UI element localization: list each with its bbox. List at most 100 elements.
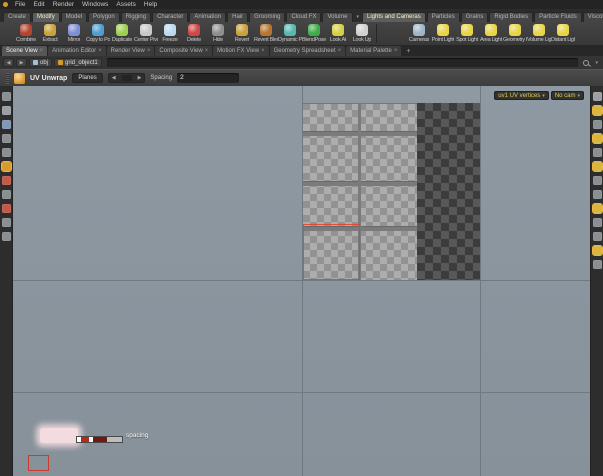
shelf-tab[interactable]: Rigging <box>121 12 151 22</box>
forward-button[interactable]: ▶ <box>16 58 27 67</box>
pane-tab[interactable]: Geometry Spreadsheet × <box>270 46 346 56</box>
shelf-tab[interactable]: Lights and Cameras <box>362 12 426 22</box>
menu-item[interactable]: Assets <box>112 0 140 9</box>
close-icon[interactable]: × <box>261 48 265 54</box>
uv-scene-viewport[interactable]: uv1 UV vertices ▾ No cam ▾ spacing <box>13 86 590 476</box>
menu-item[interactable]: File <box>11 0 29 9</box>
tool-combine[interactable]: Combine <box>14 22 38 43</box>
shelf-tab[interactable]: Create <box>3 12 31 22</box>
tool-area-light[interactable]: Area Light <box>479 22 503 43</box>
shelf-tab[interactable]: Rigid Bodies <box>489 12 533 22</box>
paint-tool-icon[interactable] <box>2 190 11 199</box>
uv-layout[interactable] <box>303 103 480 280</box>
grid-toggle-icon[interactable] <box>593 162 602 171</box>
shelf-menu-caret-icon[interactable]: ▾ <box>354 14 363 22</box>
planes-dropdown[interactable]: Planes <box>72 73 102 83</box>
uv-attribute-badge[interactable]: uv1 UV vertices ▾ <box>494 91 549 100</box>
view-tool-icon[interactable] <box>2 92 11 101</box>
close-icon[interactable]: × <box>40 48 44 54</box>
tool-geometry-light[interactable]: Geometry Li <box>503 22 527 43</box>
stepper-left-icon[interactable]: ◀ <box>112 75 116 81</box>
menu-item[interactable]: Render <box>49 0 78 9</box>
close-icon[interactable]: × <box>338 48 342 54</box>
snap-multi-icon[interactable] <box>2 232 11 241</box>
back-button[interactable]: ◀ <box>3 58 14 67</box>
normals-display-icon[interactable] <box>593 190 602 199</box>
tool-center-pivot[interactable]: Center Pivot <box>134 22 158 43</box>
tool-revert-blend[interactable]: Revert Blend <box>254 22 278 43</box>
pane-tab[interactable]: Composite View × <box>155 46 212 56</box>
rotate-tool-icon[interactable] <box>2 134 11 143</box>
tool-extract[interactable]: Extract <box>38 22 62 43</box>
display-options-icon[interactable] <box>593 92 602 101</box>
select-tool-icon[interactable] <box>2 106 11 115</box>
path-input[interactable] <box>107 58 579 67</box>
camera-badge[interactable]: No cam ▾ <box>551 91 584 100</box>
shelf-tab[interactable]: Grooming <box>249 12 285 22</box>
snapshot-icon[interactable] <box>593 246 602 255</box>
snap-grid-icon[interactable] <box>2 218 11 227</box>
shelf-tab[interactable]: Particles <box>427 12 460 22</box>
shelf-tab[interactable]: Grains <box>461 12 489 22</box>
shelf-tab[interactable]: Particle Fluids <box>534 12 582 22</box>
tool-point-light[interactable]: Point Light <box>431 22 455 43</box>
points-display-icon[interactable] <box>593 176 602 185</box>
tool-volume-light[interactable]: Volume Light <box>527 22 551 43</box>
tool-revert[interactable]: Revert <box>230 22 254 43</box>
tool-delete[interactable]: Delete <box>182 22 206 43</box>
camera-lock-icon[interactable] <box>593 260 602 269</box>
tool-look-at[interactable]: Look At <box>326 22 350 43</box>
close-icon[interactable]: × <box>98 48 102 54</box>
wireframe-icon[interactable] <box>593 120 602 129</box>
scale-tool-icon[interactable] <box>2 148 11 157</box>
smooth-shade-icon[interactable] <box>593 106 602 115</box>
planes-stepper[interactable]: ◀ ▶ <box>108 73 146 83</box>
toolbar-grip[interactable] <box>6 73 9 84</box>
sculpt-tool-icon[interactable] <box>2 176 11 185</box>
chevron-down-icon[interactable]: ▾ <box>595 60 600 66</box>
pane-tab[interactable]: Render View × <box>107 46 155 56</box>
shelf-tab[interactable]: Character <box>152 12 188 22</box>
tool-distant-light[interactable]: Distant Light <box>551 22 575 43</box>
tool-cameras[interactable]: Cameras <box>407 22 431 43</box>
handles-display-icon[interactable] <box>593 232 602 241</box>
pane-tab[interactable]: Motion FX View × <box>213 46 268 56</box>
backface-icon[interactable] <box>593 134 602 143</box>
tool-look-up[interactable]: Look Up <box>350 22 374 43</box>
lighting-icon[interactable] <box>593 148 602 157</box>
shelf-tab[interactable]: Volume <box>322 12 352 22</box>
tool-mirror[interactable]: Mirror <box>62 22 86 43</box>
shelf-tab[interactable]: Modify <box>32 12 60 22</box>
close-icon[interactable]: × <box>147 48 151 54</box>
close-icon[interactable]: × <box>394 48 398 54</box>
tool-copy-to-points[interactable]: Copy to Poi <box>86 22 110 43</box>
path-segment-grid-object1[interactable]: grid_object1 <box>54 58 102 67</box>
tool-duplicate[interactable]: Duplicate <box>110 22 134 43</box>
shelf-tab[interactable]: Cloud FX <box>286 12 321 22</box>
uv-edit-tool-icon[interactable] <box>2 162 11 171</box>
shelf-tab[interactable]: Viscous Fluids <box>583 12 603 22</box>
shelf-tab[interactable]: Model <box>61 12 87 22</box>
menu-item[interactable]: Edit <box>29 0 48 9</box>
translate-tool-icon[interactable] <box>2 120 11 129</box>
shelf-tab[interactable]: Polygon <box>88 12 120 22</box>
menu-item[interactable]: Help <box>140 0 161 9</box>
search-icon[interactable] <box>583 60 589 66</box>
snap-points-icon[interactable] <box>2 204 11 213</box>
tool-freeze[interactable]: Freeze <box>158 22 182 43</box>
stepper-right-icon[interactable]: ▶ <box>138 75 142 81</box>
close-icon[interactable]: × <box>205 48 209 54</box>
tool-blendpose[interactable]: BlendPose <box>302 22 326 43</box>
pane-tab[interactable]: Animation Editor × <box>48 46 106 56</box>
pane-tab[interactable]: Material Palette × <box>346 46 401 56</box>
tool-dynamic-parent[interactable]: Dynamic Pa <box>278 22 302 43</box>
shelf-tab[interactable]: Hair <box>227 12 248 22</box>
texture-display-icon[interactable] <box>593 218 602 227</box>
path-segment-obj[interactable]: obj <box>29 58 52 67</box>
tool-spot-light[interactable]: Spot Light <box>455 22 479 43</box>
uv-overlay-icon[interactable] <box>593 204 602 213</box>
menu-item[interactable]: Windows <box>78 0 112 9</box>
new-pane-tab-button[interactable]: + <box>402 48 414 56</box>
tool-hide[interactable]: Hide <box>206 22 230 43</box>
spacing-input[interactable]: 2 <box>177 73 239 83</box>
